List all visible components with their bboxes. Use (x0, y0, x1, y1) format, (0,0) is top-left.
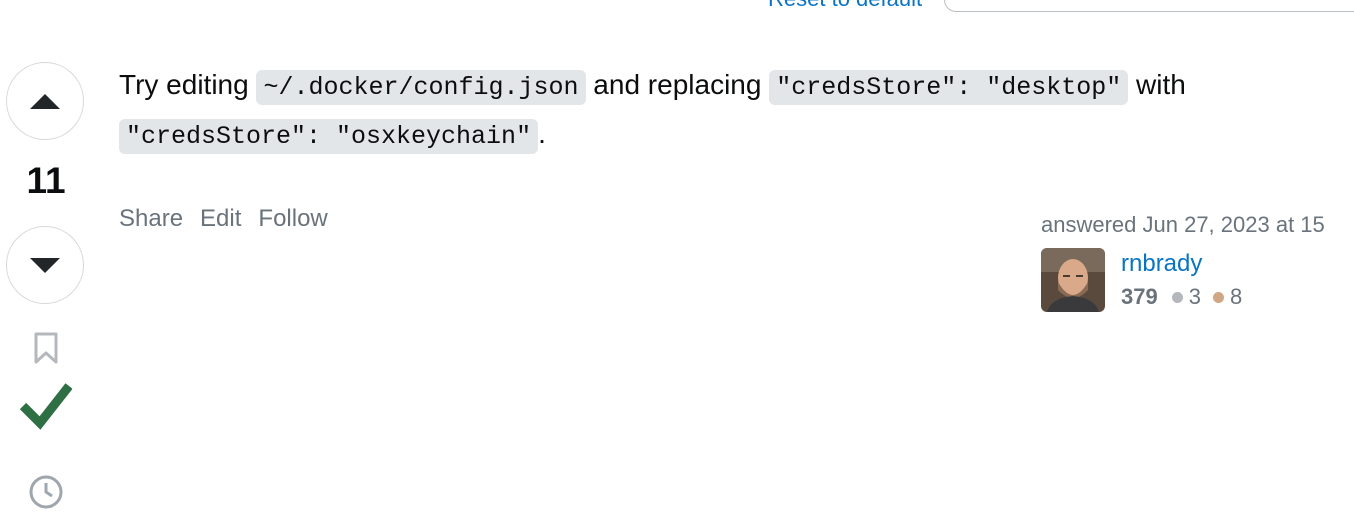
triangle-up-icon (30, 94, 60, 109)
inline-code: "credsStore": "desktop" (769, 70, 1129, 105)
bronze-badge-icon (1212, 291, 1224, 303)
triangle-down-icon (30, 258, 60, 273)
checkmark-icon (19, 383, 73, 430)
reset-to-default-link[interactable]: Reset to default (768, 0, 922, 12)
answer-text: . (538, 118, 546, 149)
user-card: answered Jun 27, 2023 at 15 rnbrady 379 … (1041, 212, 1354, 312)
inline-code: "credsStore": "osxkeychain" (119, 119, 539, 154)
answered-timestamp[interactable]: answered Jun 27, 2023 at 15 (1041, 212, 1354, 238)
inline-code: ~/.docker/config.json (256, 70, 586, 105)
upvote-button[interactable] (6, 62, 84, 140)
edit-link[interactable]: Edit (200, 205, 241, 233)
user-info: rnbrady 379 3 8 (1041, 248, 1354, 312)
avatar[interactable] (1041, 248, 1105, 312)
follow-link[interactable]: Follow (258, 205, 327, 233)
history-button[interactable] (26, 472, 66, 517)
accepted-answer-check (19, 380, 73, 437)
post-menu: Share Edit Follow (119, 205, 328, 233)
answer-text: with (1128, 69, 1186, 100)
user-name-link[interactable]: rnbrady (1121, 250, 1242, 278)
downvote-button[interactable] (6, 226, 84, 304)
vote-count: 11 (26, 160, 66, 201)
answer-text: Try editing (119, 69, 257, 100)
silver-badge-count: 3 (1188, 284, 1201, 309)
user-details: rnbrady 379 3 8 (1121, 250, 1242, 312)
user-stats: 379 3 8 (1121, 284, 1242, 310)
vote-column: 11 (0, 0, 92, 509)
answer-body: Try editing ~/.docker/config.json and re… (119, 62, 1309, 160)
answer-text: and replacing (585, 69, 770, 100)
bookmark-button[interactable] (32, 331, 60, 370)
bronze-badge-count: 8 (1229, 284, 1243, 309)
silver-badge-icon (1171, 291, 1183, 303)
share-link[interactable]: Share (119, 205, 183, 233)
avatar-image (1041, 248, 1105, 312)
bookmark-icon (34, 332, 58, 364)
answer-paragraph: Try editing ~/.docker/config.json and re… (119, 62, 1309, 160)
sort-select[interactable] (944, 0, 1354, 12)
reputation-score: 379 (1121, 284, 1158, 309)
history-icon (29, 475, 63, 509)
